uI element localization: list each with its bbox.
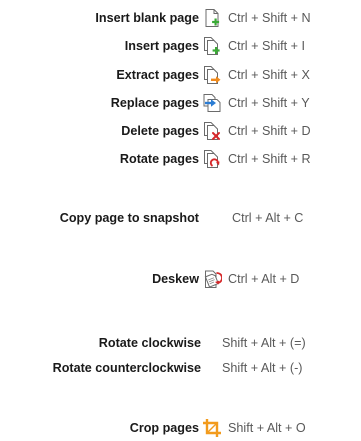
shortcut-text: Ctrl + Shift + R xyxy=(228,152,311,166)
insert-blank-page-icon xyxy=(202,8,222,28)
command-label: Rotate clockwise xyxy=(98,336,201,350)
shortcut-text: Ctrl + Alt + D xyxy=(228,272,300,286)
crop-icon xyxy=(202,418,222,438)
shortcut-row-insert-pages: Insert pages Ctrl + Shift + I xyxy=(0,36,361,56)
command-label: Delete pages xyxy=(121,124,199,138)
shortcut-row-rotate-clockwise: Rotate clockwise Shift + Alt + (=) xyxy=(0,333,361,353)
shortcut-text: Ctrl + Shift + N xyxy=(228,11,311,25)
shortcut-row-rotate-pages: Rotate pages Ctrl + Shift + R xyxy=(0,149,361,169)
replace-pages-icon xyxy=(202,93,222,113)
extract-pages-icon xyxy=(202,65,222,85)
shortcut-row-insert-blank-page: Insert blank page Ctrl + Shift + N xyxy=(0,8,361,28)
command-label: Rotate pages xyxy=(119,152,199,166)
command-label: Extract pages xyxy=(116,68,199,82)
insert-pages-icon xyxy=(202,36,222,56)
command-label: Insert pages xyxy=(124,39,199,53)
shortcut-row-deskew: Deskew Ctrl + Alt + D xyxy=(0,269,361,289)
command-label: Copy page to snapshot xyxy=(59,211,199,225)
shortcut-text: Ctrl + Shift + X xyxy=(228,68,310,82)
shortcut-text: Shift + Alt + O xyxy=(228,421,306,435)
deskew-icon xyxy=(202,269,222,289)
delete-pages-icon xyxy=(202,121,222,141)
command-label: Rotate counterclockwise xyxy=(52,361,201,375)
command-label: Replace pages xyxy=(110,96,199,110)
shortcut-text: Ctrl + Alt + C xyxy=(232,211,304,225)
shortcut-row-crop-pages: Crop pages Shift + Alt + O xyxy=(0,418,361,438)
shortcut-text: Ctrl + Shift + I xyxy=(228,39,305,53)
shortcut-row-replace-pages: Replace pages Ctrl + Shift + Y xyxy=(0,93,361,113)
shortcut-row-copy-snapshot: Copy page to snapshot Ctrl + Alt + C xyxy=(0,208,361,228)
shortcut-row-extract-pages: Extract pages Ctrl + Shift + X xyxy=(0,65,361,85)
command-label: Deskew xyxy=(152,272,199,286)
shortcut-text: Shift + Alt + (-) xyxy=(222,361,303,375)
shortcut-text: Shift + Alt + (=) xyxy=(222,336,306,350)
shortcut-row-rotate-counterclockwise: Rotate counterclockwise Shift + Alt + (-… xyxy=(0,358,361,378)
rotate-pages-icon xyxy=(202,149,222,169)
command-label: Crop pages xyxy=(129,421,199,435)
shortcut-text: Ctrl + Shift + D xyxy=(228,124,311,138)
command-label: Insert blank page xyxy=(95,11,199,25)
shortcut-row-delete-pages: Delete pages Ctrl + Shift + D xyxy=(0,121,361,141)
shortcut-text: Ctrl + Shift + Y xyxy=(228,96,310,110)
